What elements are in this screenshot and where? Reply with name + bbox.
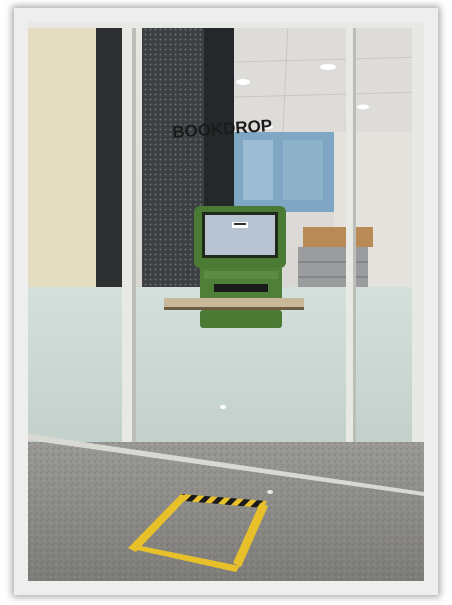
- ceiling-light: [236, 79, 250, 85]
- ceiling-right: [234, 22, 424, 132]
- metal-cart: [298, 247, 368, 292]
- bookdrop-photo: BOOKDROP: [28, 22, 424, 581]
- kiosk-screen: [205, 215, 275, 255]
- photo-frame: BOOKDROP: [14, 8, 438, 595]
- ceiling-light: [357, 104, 369, 110]
- kiosk-counter: [164, 298, 304, 307]
- ceiling-light: [320, 64, 336, 70]
- kiosk-return-slot: [214, 284, 268, 292]
- glass-frame-top: [28, 22, 424, 28]
- glass-frame-mullion: [412, 22, 424, 492]
- left-dark-column: [96, 22, 122, 292]
- wood-shelf: [303, 227, 373, 247]
- page: BOOKDROP: [0, 0, 452, 605]
